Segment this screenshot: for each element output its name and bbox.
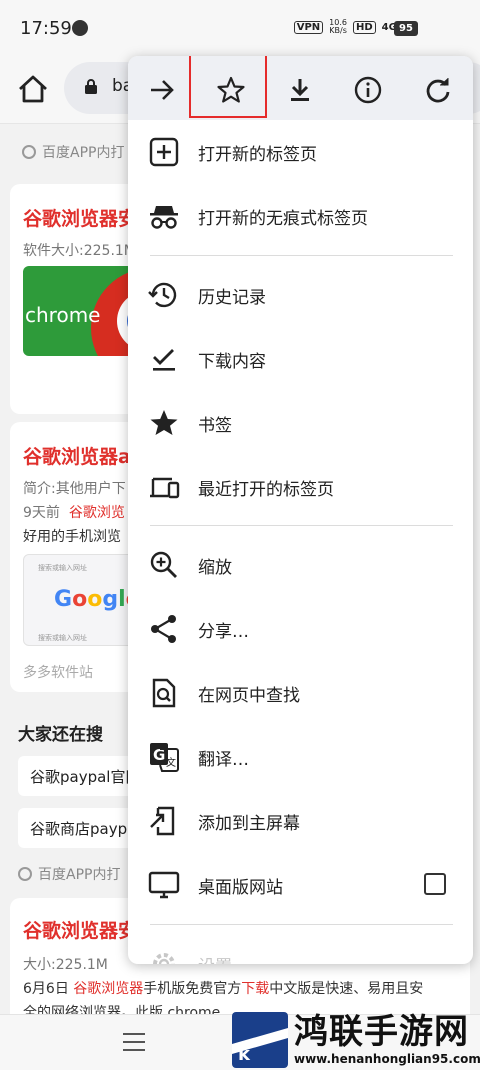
result-meta: 9天前 谷歌浏览 xyxy=(23,505,125,521)
watermark: k 鸿联手游网 www.henanhonglian95.com xyxy=(232,1012,480,1070)
info-icon xyxy=(354,76,382,104)
menu-item-translate[interactable]: G 文 翻译… xyxy=(128,725,473,789)
new-tab-icon xyxy=(149,137,179,167)
battery-icon: 95 xyxy=(394,21,418,36)
result-title[interactable]: 谷歌浏览器安 xyxy=(23,204,137,231)
watermark-brand: 鸿联手游网 xyxy=(294,1012,469,1052)
share-icon xyxy=(151,615,176,643)
add-to-home-icon xyxy=(150,806,175,836)
menu-item-find-in-page[interactable]: 在网页中查找 xyxy=(128,661,473,725)
menu-item-downloads[interactable]: 下载内容 xyxy=(128,327,473,391)
find-in-page-icon xyxy=(152,678,176,708)
overflow-menu: 打开新的标签页 打开新的无痕式标签页 历史记录 下载内容 书签 最近打开的标签页… xyxy=(128,56,473,964)
result-meta: 大小:225.1M xyxy=(23,957,108,973)
result-meta: 简介:其他用户下 xyxy=(23,481,126,497)
devices-icon xyxy=(150,477,180,499)
lock-icon xyxy=(85,79,97,94)
star-filled-icon xyxy=(150,410,178,435)
source-label: 百度APP内打 xyxy=(18,864,120,884)
page-info-button[interactable] xyxy=(346,68,390,112)
result-title[interactable]: 谷歌浏览器安 xyxy=(23,916,137,943)
desktop-icon xyxy=(148,871,180,899)
menu-item-zoom[interactable]: 缩放 xyxy=(128,533,473,597)
network-speed: 10.6 KB/s xyxy=(329,18,347,35)
gear-icon xyxy=(153,953,175,964)
star-outline-icon xyxy=(217,76,245,103)
also-search-heading: 大家还在搜 xyxy=(18,725,103,745)
download-icon xyxy=(291,79,309,101)
baidu-paw-icon xyxy=(18,867,32,881)
result-snippet: 全的网络浏览器。此版 chrome xyxy=(23,1005,221,1014)
source-label: 百度APP内打 xyxy=(22,142,124,162)
refresh-icon xyxy=(426,78,450,103)
menu-item-desktop-site[interactable]: 桌面版网站 xyxy=(128,853,473,917)
watermark-logo: k xyxy=(232,1012,288,1068)
menu-divider xyxy=(150,924,453,925)
menu-action-row xyxy=(128,56,473,120)
menu-divider xyxy=(150,255,453,256)
home-icon[interactable] xyxy=(16,72,50,106)
bookmark-button[interactable] xyxy=(209,68,253,112)
notification-icon xyxy=(72,20,88,36)
zoom-icon xyxy=(150,551,177,578)
menu-icon[interactable] xyxy=(123,1033,145,1051)
reload-button[interactable] xyxy=(416,68,460,112)
downloads-check-icon xyxy=(153,349,175,371)
incognito-icon xyxy=(150,206,178,229)
menu-item-settings[interactable]: 设置 xyxy=(128,932,473,964)
menu-item-share[interactable]: 分享… xyxy=(128,597,473,661)
menu-item-add-to-home[interactable]: 添加到主屏幕 xyxy=(128,789,473,853)
menu-item-history[interactable]: 历史记录 xyxy=(128,263,473,327)
menu-item-recent-tabs[interactable]: 最近打开的标签页 xyxy=(128,455,473,519)
translate-icon: G 文 xyxy=(150,743,179,772)
site-name: 多多软件站 xyxy=(23,665,93,681)
vpn-badge: VPN xyxy=(293,20,324,34)
forward-arrow-icon xyxy=(151,80,174,100)
result-snippet: 好用的手机浏览 xyxy=(23,529,121,545)
menu-item-bookmarks[interactable]: 书签 xyxy=(128,391,473,455)
menu-divider xyxy=(150,525,453,526)
baidu-paw-icon xyxy=(22,145,36,159)
download-button[interactable] xyxy=(278,68,322,112)
menu-item-new-tab[interactable]: 打开新的标签页 xyxy=(128,120,473,184)
desktop-site-checkbox[interactable] xyxy=(424,873,446,895)
hd-badge: HD xyxy=(352,20,376,34)
menu-item-incognito-tab[interactable]: 打开新的无痕式标签页 xyxy=(128,184,473,248)
result-meta: 软件大小:225.1M xyxy=(23,243,136,259)
forward-button[interactable] xyxy=(140,68,184,112)
result-snippet: 6月6日 谷歌浏览器手机版免费官方下载中文版是快速、易用且安 xyxy=(23,981,424,997)
status-time: 17:59 xyxy=(20,18,72,39)
status-bar: 17:59 VPN 10.6KB/s HD 4G 5G 95 xyxy=(0,0,480,60)
result-title[interactable]: 谷歌浏览器a xyxy=(23,442,131,469)
watermark-site: www.henanhonglian95.com xyxy=(294,1052,480,1066)
history-icon xyxy=(148,282,177,308)
svg-text:文: 文 xyxy=(166,756,176,769)
